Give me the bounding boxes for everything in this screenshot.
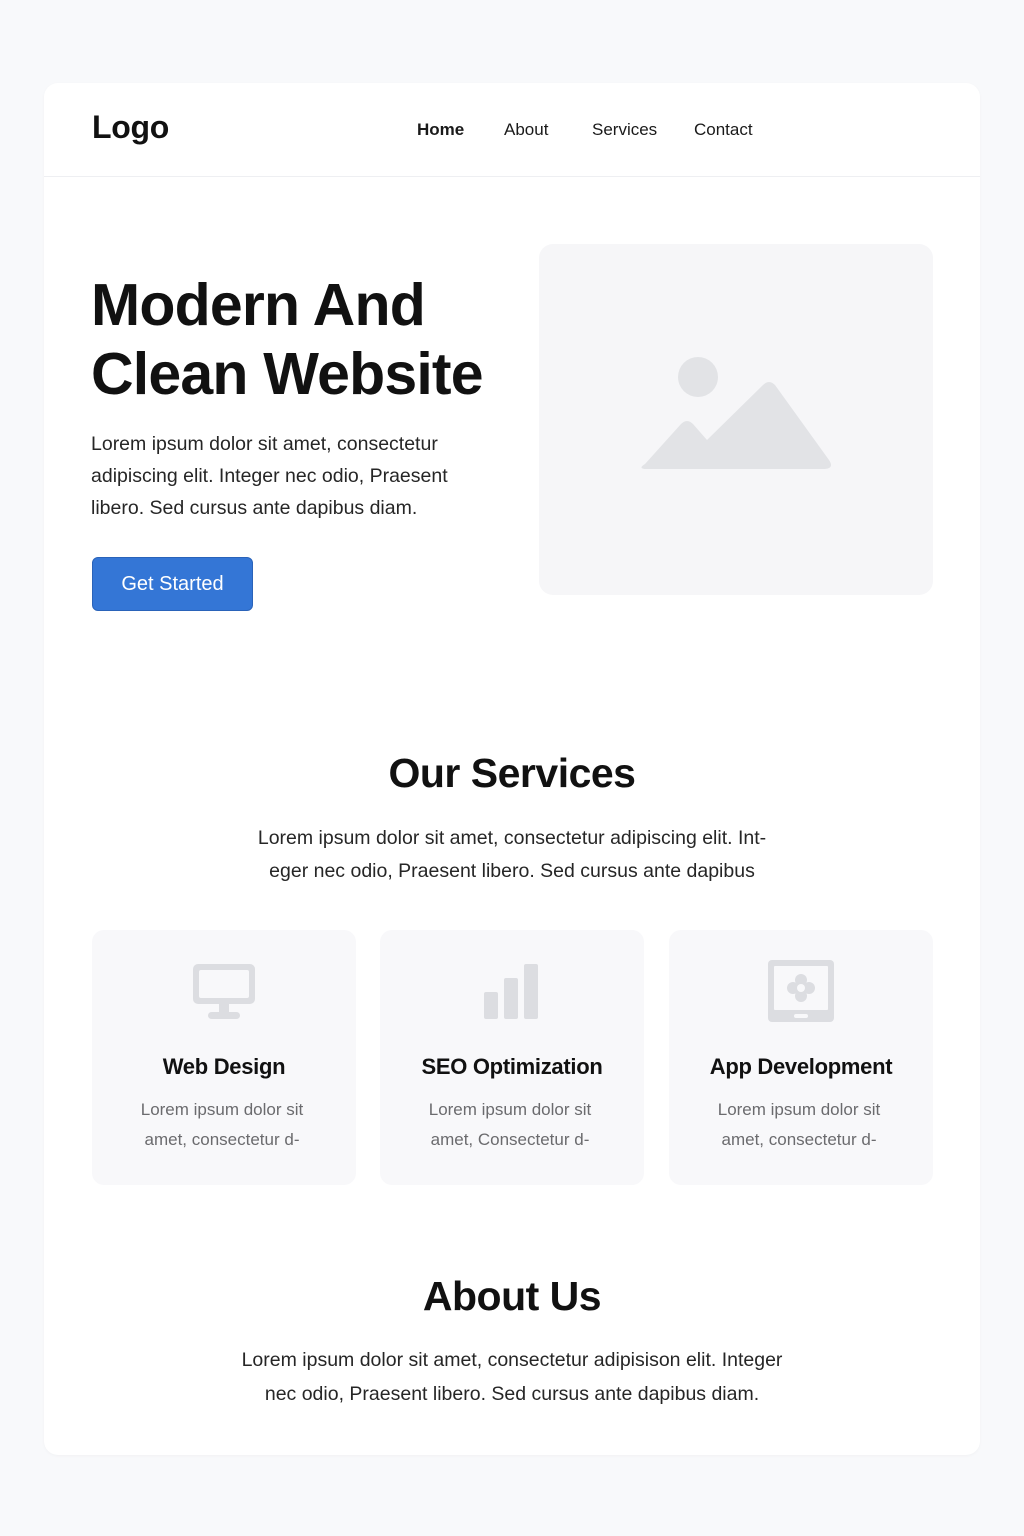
service-card-app-development[interactable]: App Development Lorem ipsum dolor sit am… [669, 930, 933, 1185]
about-title: About Us [422, 1273, 602, 1319]
about-description-line1: Lorem ipsum dolor sit amet, consectetur … [241, 1349, 783, 1371]
site-header: Logo Home About Services Contact [44, 83, 980, 177]
bar-chart-icon [484, 964, 538, 1019]
service-description: Lorem ipsum dolor sit amet, Consectetur … [410, 1095, 610, 1155]
service-description-line2: amet, Consectetur d- [430, 1130, 590, 1149]
hero-title-line1: Modern And [91, 272, 426, 338]
service-description: Lorem ipsum dolor sit amet, consectetur … [122, 1095, 322, 1155]
hero-title: Modern And Clean Website [91, 271, 531, 409]
hero-image-placeholder [539, 244, 933, 595]
nav-about[interactable]: About [504, 120, 548, 140]
service-description-line1: Lorem ipsum dolor sit [140, 1100, 304, 1119]
nav-home[interactable]: Home [417, 120, 464, 140]
monitor-icon [193, 964, 255, 1019]
get-started-button[interactable]: Get Started [92, 557, 253, 611]
service-description-line2: amet, consectetur d- [144, 1130, 300, 1149]
service-card-seo[interactable]: SEO Optimization Lorem ipsum dolor sit a… [380, 930, 644, 1185]
service-description: Lorem ipsum dolor sit amet, consectetur … [699, 1095, 899, 1155]
about-description: Lorem ipsum dolor sit amet, consectetur … [194, 1343, 830, 1411]
nav-contact[interactable]: Contact [694, 120, 753, 140]
service-title: App Development [709, 1054, 893, 1079]
services-title: Our Services [388, 750, 637, 796]
services-description-line1: Lorem ipsum dolor sit amet, consectetur … [257, 827, 767, 849]
service-description-line2: amet, consectetur d- [721, 1130, 877, 1149]
service-title: SEO Optimization [421, 1054, 603, 1079]
page-card: Logo Home About Services Contact Modern … [44, 83, 980, 1455]
hero-title-line2: Clean Website [91, 341, 484, 407]
hero-description: Lorem ipsum dolor sit amet, consectetur … [91, 433, 448, 519]
about-description-line2: nec odio, Praesent libero. Sed cursus an… [264, 1383, 760, 1405]
services-description: Lorem ipsum dolor sit amet, consectetur … [194, 822, 830, 888]
service-card-web-design[interactable]: Web Design Lorem ipsum dolor sit amet, c… [92, 930, 356, 1185]
service-title: Web Design [162, 1054, 286, 1079]
tablet-icon [768, 960, 834, 1022]
site-logo[interactable]: Logo [92, 109, 169, 146]
service-description-line1: Lorem ipsum dolor sit [717, 1100, 881, 1119]
image-placeholder-icon [641, 357, 831, 469]
nav-services[interactable]: Services [592, 120, 657, 140]
service-description-line1: Lorem ipsum dolor sit [428, 1100, 592, 1119]
services-description-line2: eger nec odio, Praesent libero. Sed curs… [269, 860, 755, 882]
